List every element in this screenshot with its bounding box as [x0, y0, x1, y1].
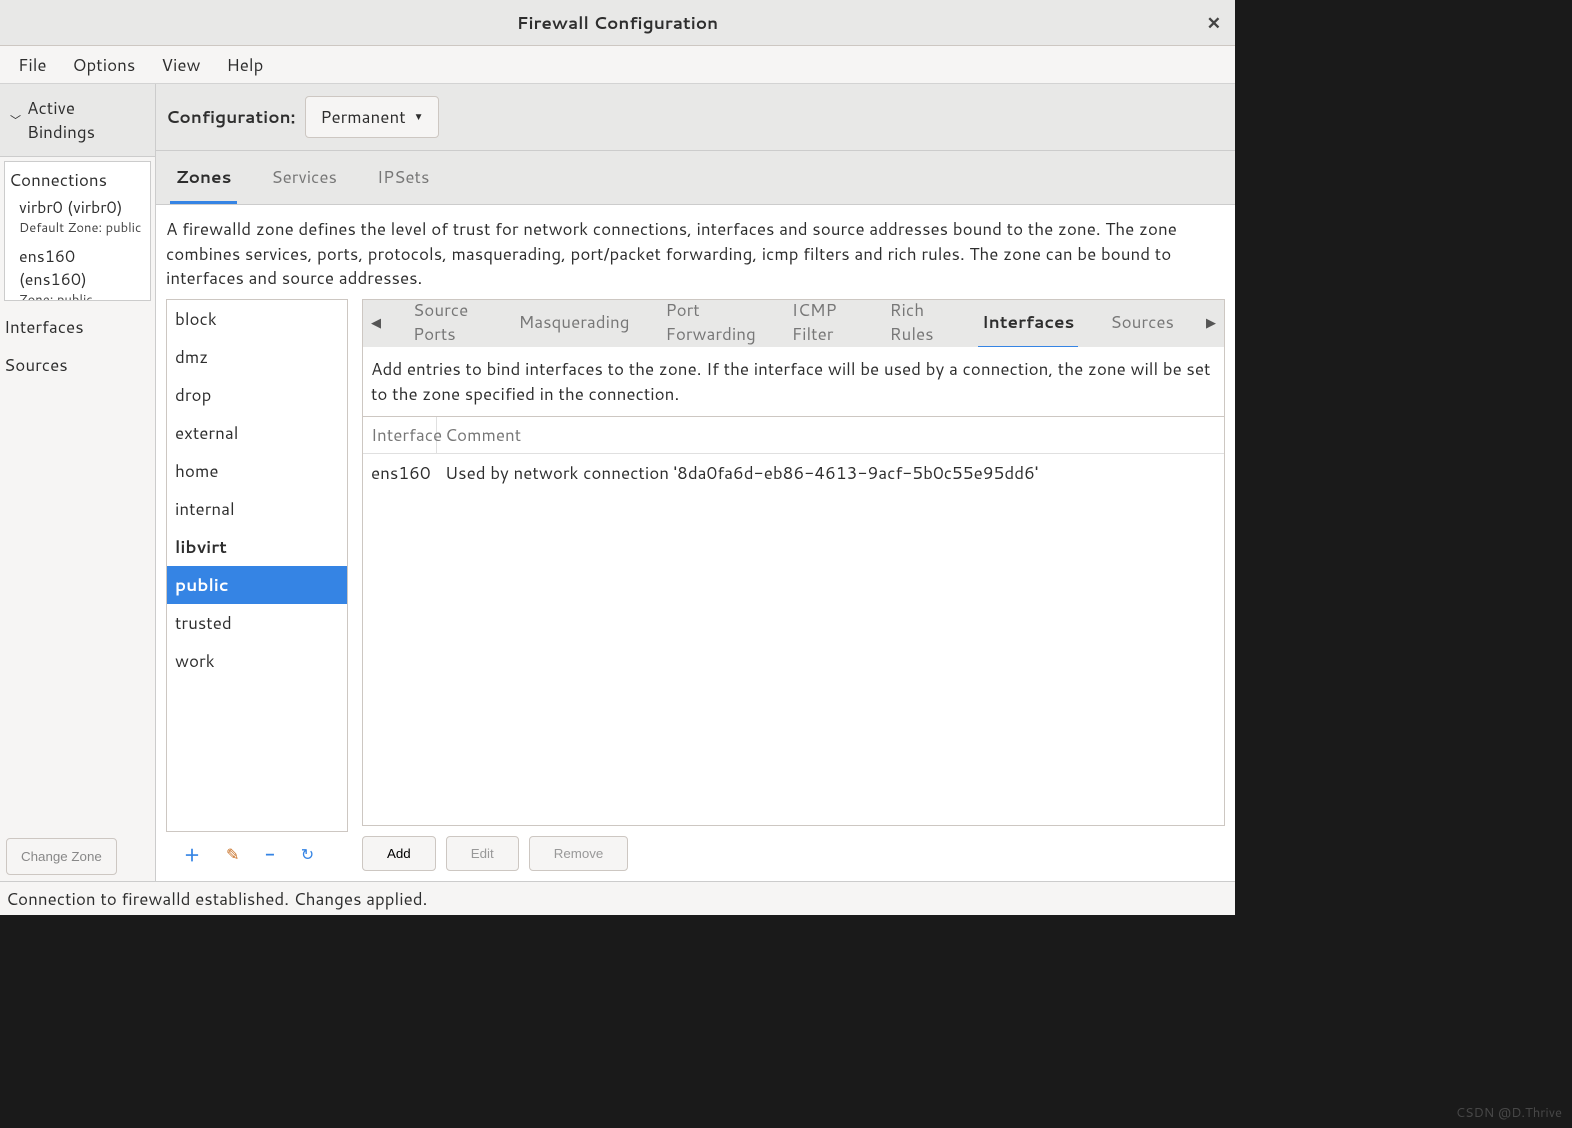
config-toolbar: Configuration: Permanent ▼	[156, 84, 1235, 151]
content-area: ﹀ Active Bindings Connections virbr0 (vi…	[0, 84, 1235, 881]
title-bar: Firewall Configuration ✕	[0, 0, 1235, 46]
chevron-down-icon: ﹀	[10, 112, 21, 128]
interfaces-table[interactable]: Interface Comment ens160 Used by network…	[362, 416, 1225, 826]
refresh-zone-icon[interactable]: ↻	[301, 843, 314, 866]
scroll-left-icon[interactable]: ◀	[371, 314, 381, 332]
table-row[interactable]: ens160 Used by network connection '8da0f…	[363, 454, 1224, 492]
connection-sub-virbr0: Default Zone: public	[5, 219, 150, 243]
tab-ipsets[interactable]: IPSets	[371, 151, 436, 204]
window-title: Firewall Configuration	[517, 11, 718, 35]
cell-interface: ens160	[363, 454, 437, 492]
zone-list-wrap: blockdmzdropexternalhomeinternallibvirtp…	[166, 299, 348, 871]
remove-button[interactable]: Remove	[529, 836, 629, 871]
cell-comment: Used by network connection '8da0fa6d-eb8…	[437, 454, 1224, 492]
interfaces-description: Add entries to bind interfaces to the zo…	[362, 347, 1225, 416]
scroll-right-icon[interactable]: ▶	[1206, 314, 1216, 332]
zone-item-public[interactable]: public	[167, 566, 347, 604]
menu-file[interactable]: File	[6, 49, 59, 81]
change-zone-button[interactable]: Change Zone	[6, 838, 117, 875]
zone-item-drop[interactable]: drop	[167, 376, 347, 414]
main-tabs: Zones Services IPSets	[156, 151, 1235, 205]
menu-bar: File Options View Help	[0, 46, 1235, 84]
configuration-label: Configuration:	[166, 105, 295, 129]
menu-options[interactable]: Options	[61, 49, 148, 81]
menu-view[interactable]: View	[149, 49, 212, 81]
remove-zone-icon[interactable]: −	[265, 843, 274, 866]
close-icon[interactable]: ✕	[1207, 11, 1221, 35]
edit-button[interactable]: Edit	[446, 836, 519, 871]
status-bar: Connection to firewalld established. Cha…	[0, 881, 1235, 915]
sidebar-footer: Change Zone	[0, 832, 155, 881]
watermark: CSDN @D.Thrive	[1456, 1104, 1562, 1122]
status-text: Connection to firewalld established. Cha…	[6, 887, 427, 911]
active-bindings-header[interactable]: ﹀ Active Bindings	[0, 84, 155, 157]
subtab-sources[interactable]: Sources	[1106, 298, 1178, 349]
zone-item-dmz[interactable]: dmz	[167, 338, 347, 376]
zone-item-internal[interactable]: internal	[167, 490, 347, 528]
zone-list[interactable]: blockdmzdropexternalhomeinternallibvirtp…	[166, 299, 348, 832]
add-button[interactable]: Add	[362, 836, 436, 871]
interfaces-label[interactable]: Interfaces	[0, 305, 155, 343]
zone-item-home[interactable]: home	[167, 452, 347, 490]
zone-description: A firewalld zone defines the level of tr…	[156, 205, 1235, 299]
zone-row: blockdmzdropexternalhomeinternallibvirtp…	[156, 299, 1235, 881]
zone-detail: ◀ Source Ports Masquerading Port Forward…	[362, 299, 1225, 871]
tab-zones[interactable]: Zones	[170, 151, 237, 204]
connection-sub-ens160: Zone: public	[5, 291, 150, 301]
zone-item-external[interactable]: external	[167, 414, 347, 452]
interface-buttons: Add Edit Remove	[362, 826, 1225, 871]
interfaces-table-header: Interface Comment	[363, 417, 1224, 454]
sidebar: ﹀ Active Bindings Connections virbr0 (vi…	[0, 84, 156, 881]
zone-item-block[interactable]: block	[167, 300, 347, 338]
firewall-config-window: Firewall Configuration ✕ File Options Vi…	[0, 0, 1235, 915]
connection-item-virbr0[interactable]: virbr0 (virbr0)	[5, 194, 150, 219]
main-panel: Configuration: Permanent ▼ Zones Service…	[156, 84, 1235, 881]
connection-item-ens160[interactable]: ens160 (ens160)	[5, 243, 150, 291]
edit-zone-icon[interactable]: ✎	[226, 843, 239, 866]
zone-item-work[interactable]: work	[167, 642, 347, 680]
active-bindings-label: Active Bindings	[27, 96, 145, 144]
zone-subtabs: ◀ Source Ports Masquerading Port Forward…	[362, 299, 1225, 347]
tab-services[interactable]: Services	[265, 151, 343, 204]
sources-label[interactable]: Sources	[0, 343, 155, 381]
configuration-select[interactable]: Permanent ▼	[305, 96, 438, 138]
zone-tools: ＋ ✎ − ↻	[166, 832, 348, 871]
col-comment[interactable]: Comment	[437, 417, 1224, 453]
connections-box: Connections virbr0 (virbr0) Default Zone…	[4, 161, 151, 301]
subtab-interfaces[interactable]: Interfaces	[978, 298, 1078, 349]
col-interface[interactable]: Interface	[363, 417, 437, 453]
zone-item-trusted[interactable]: trusted	[167, 604, 347, 642]
dropdown-icon: ▼	[414, 110, 424, 124]
zone-item-libvirt[interactable]: libvirt	[167, 528, 347, 566]
menu-help[interactable]: Help	[214, 49, 275, 81]
connections-title: Connections	[5, 162, 150, 194]
configuration-value: Permanent	[320, 105, 405, 129]
subtab-masquerading[interactable]: Masquerading	[515, 298, 634, 349]
add-zone-icon[interactable]: ＋	[184, 842, 200, 867]
